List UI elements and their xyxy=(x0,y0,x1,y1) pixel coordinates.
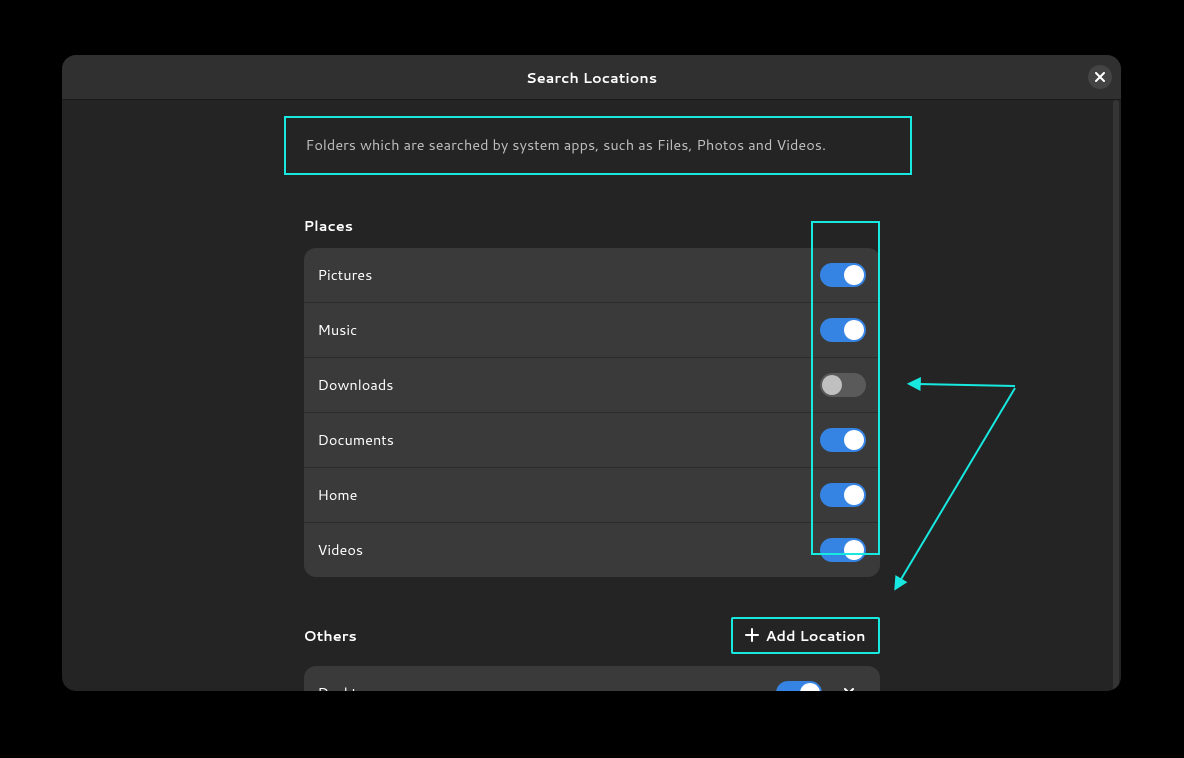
toggle-documents[interactable] xyxy=(820,428,866,452)
others-title: Others xyxy=(304,625,357,646)
scroll-content[interactable]: Folders which are searched by system app… xyxy=(62,100,1121,691)
row-label: Desktop xyxy=(318,682,776,691)
places-row-pictures[interactable]: Pictures xyxy=(304,248,880,303)
places-row-music[interactable]: Music xyxy=(304,303,880,358)
toggle-music[interactable] xyxy=(820,318,866,342)
scrollbar[interactable] xyxy=(1113,100,1119,691)
places-row-home[interactable]: Home xyxy=(304,468,880,523)
remove-button[interactable] xyxy=(832,676,866,691)
toggle-videos[interactable] xyxy=(820,538,866,562)
others-list: Desktop xyxy=(304,666,880,691)
toggle-pictures[interactable] xyxy=(820,263,866,287)
places-row-downloads[interactable]: Downloads xyxy=(304,358,880,413)
toggle-knob xyxy=(844,540,864,560)
toggle-downloads[interactable] xyxy=(820,373,866,397)
toggle-knob xyxy=(844,485,864,505)
toggle-home[interactable] xyxy=(820,483,866,507)
places-title: Places xyxy=(304,215,354,236)
search-locations-dialog: Search Locations Folders which are searc… xyxy=(62,55,1121,691)
description-text: Folders which are searched by system app… xyxy=(306,136,890,155)
row-label: Videos xyxy=(318,539,820,560)
others-header: Others Add Location xyxy=(304,617,880,654)
dialog-title: Search Locations xyxy=(526,67,657,88)
row-label: Music xyxy=(318,319,820,340)
toggle-knob xyxy=(844,265,864,285)
close-button[interactable] xyxy=(1088,65,1112,89)
row-label: Pictures xyxy=(318,264,820,285)
toggle-knob xyxy=(800,683,820,691)
add-location-button[interactable]: Add Location xyxy=(731,617,879,654)
places-list: Pictures Music Downloads Documents Home Video… xyxy=(304,248,880,577)
others-row-desktop[interactable]: Desktop xyxy=(304,666,880,691)
row-label: Documents xyxy=(318,429,820,450)
plus-icon xyxy=(745,628,759,642)
add-location-label: Add Location xyxy=(765,625,865,646)
places-row-documents[interactable]: Documents xyxy=(304,413,880,468)
description-box: Folders which are searched by system app… xyxy=(284,116,912,175)
titlebar: Search Locations xyxy=(62,55,1121,100)
toggle-knob xyxy=(844,320,864,340)
row-label: Downloads xyxy=(318,374,820,395)
remove-icon xyxy=(844,688,854,691)
toggle-knob xyxy=(844,430,864,450)
toggle-knob xyxy=(822,375,842,395)
places-row-videos[interactable]: Videos xyxy=(304,523,880,577)
toggle-desktop[interactable] xyxy=(776,681,822,691)
close-icon xyxy=(1095,72,1105,82)
places-header: Places xyxy=(304,215,880,236)
row-label: Home xyxy=(318,484,820,505)
content-area: Folders which are searched by system app… xyxy=(62,100,1121,691)
